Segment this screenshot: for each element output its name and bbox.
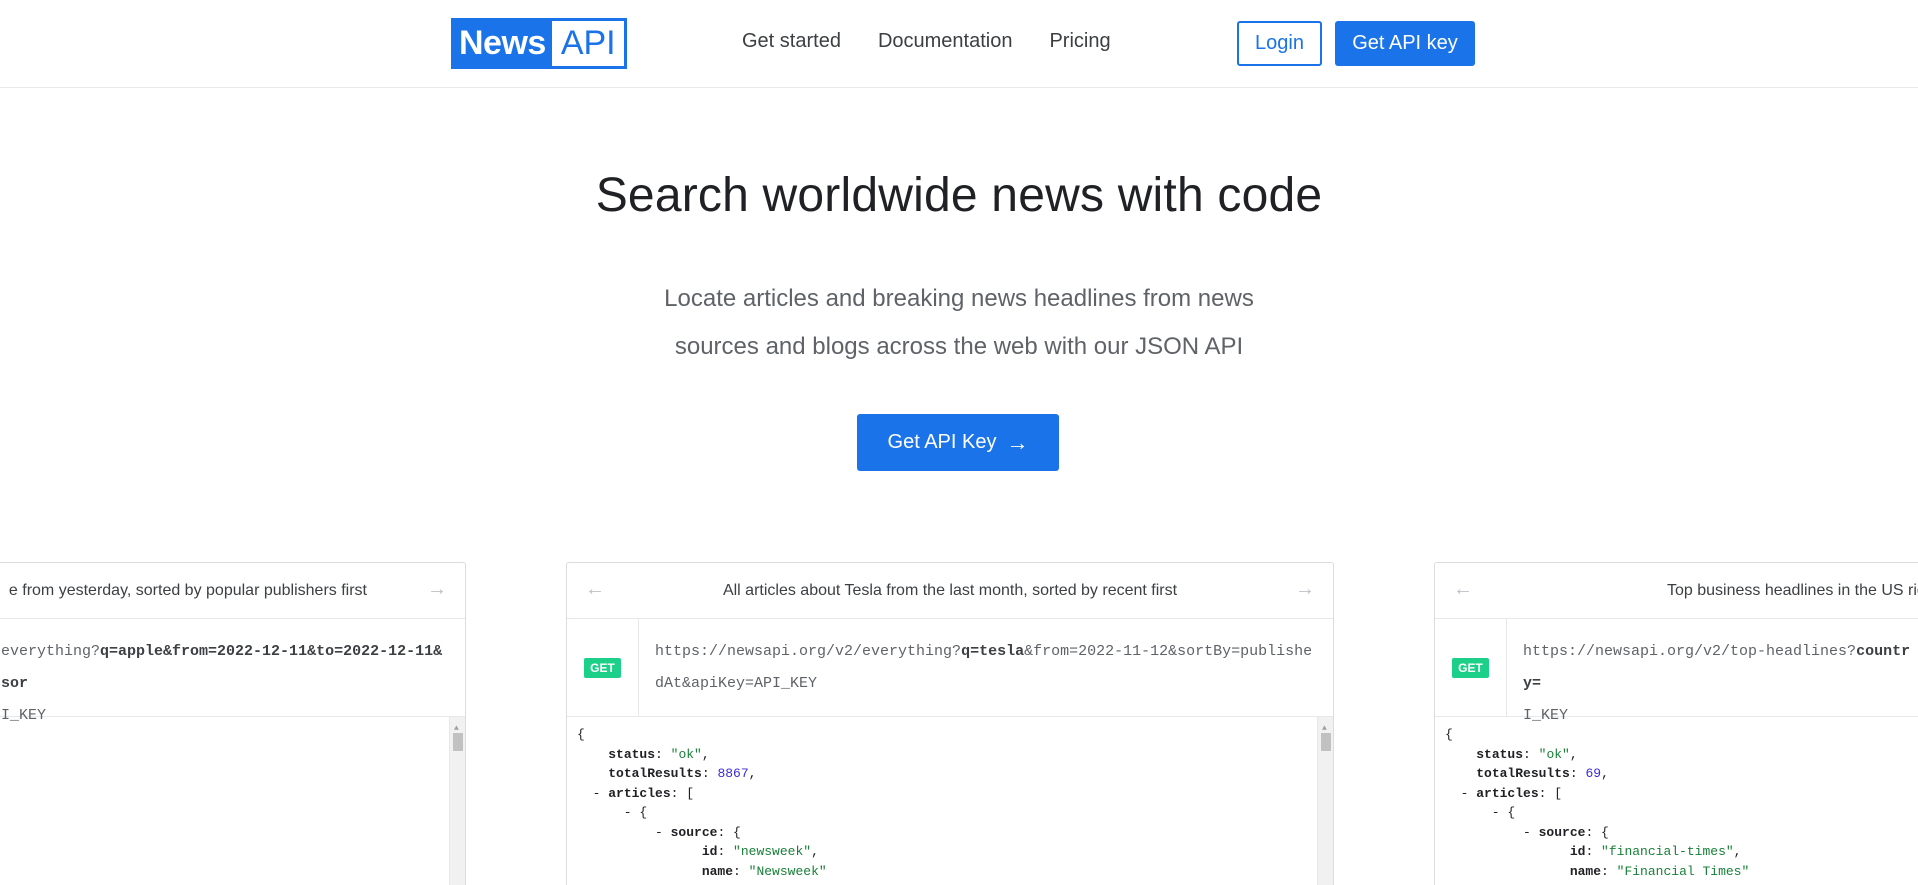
top-navigation-bar: News API Get started Documentation Prici… [0, 0, 1918, 88]
request-url[interactable]: https://newsapi.org/v2/everything?q=tesl… [639, 619, 1333, 716]
example-title: Top business headlines in the US rig [1667, 581, 1918, 599]
method-column: GET [1435, 619, 1507, 716]
request-url[interactable]: everything?q=apple&from=2022-12-11&to=20… [0, 619, 465, 724]
json-response-panel: { status: "ok", totalResults: 8867, - ar… [567, 717, 1333, 885]
scrollbar[interactable]: ▲ [449, 717, 465, 885]
json-line: name: "Newsweek" [701, 863, 827, 879]
example-card-middle: ← All articles about Tesla from the last… [566, 562, 1334, 885]
arrow-right-icon: → [1006, 429, 1029, 455]
json-line[interactable]: - articles: [ [577, 784, 1333, 804]
nav-documentation[interactable]: Documentation [878, 30, 1013, 53]
request-url-panel: GET https://newsapi.org/v2/top-headlines… [1435, 619, 1918, 724]
json-line: status: "ok", [1476, 746, 1578, 762]
url-query: q=tesla [961, 643, 1025, 660]
json-response-panel: { status: "ok", totalResults: 69, - arti… [1435, 717, 1918, 885]
nav-get-started[interactable]: Get started [742, 30, 841, 53]
example-card-header: e from yesterday, sorted by popular publ… [0, 563, 465, 619]
scroll-thumb[interactable] [1321, 733, 1331, 751]
get-method-badge: GET [1452, 657, 1489, 678]
hero-title: Search worldwide news with code [595, 169, 1323, 222]
cta-label: Get API Key [887, 431, 997, 453]
newsapi-logo[interactable]: News API [451, 18, 627, 69]
json-line: { [577, 727, 585, 742]
json-response-panel: ▲ [0, 717, 465, 885]
get-api-key-nav-button[interactable]: Get API key [1335, 21, 1475, 66]
get-api-key-cta-button[interactable]: Get API Key → [857, 414, 1059, 471]
json-line[interactable]: - { [577, 803, 1333, 823]
hero-subtitle-line-2: sources and blogs across the web with ou… [674, 333, 1244, 360]
example-title: e from yesterday, sorted by popular publ… [8, 581, 367, 599]
json-line: status: "ok", [608, 746, 710, 762]
logo-api-text: API [560, 24, 616, 62]
hero-subtitle: Locate articles and breaking news headli… [600, 275, 1318, 371]
json-line: name: "Financial Times" [1569, 863, 1750, 879]
hero-subtitle-line-1: Locate articles and breaking news headli… [664, 285, 1254, 312]
json-line: id: "financial-times", [1569, 844, 1742, 859]
request-url[interactable]: https://newsapi.org/v2/top-headlines?cou… [1507, 619, 1918, 724]
get-method-badge: GET [584, 657, 621, 678]
arrow-left-icon[interactable]: ← [585, 578, 605, 601]
example-card-right: ← Top business headlines in the US rig G… [1434, 562, 1918, 885]
json-line[interactable]: - source: { [1445, 823, 1918, 843]
url-part: https://newsapi.org/v2/top-headlines? [1523, 643, 1857, 660]
scroll-thumb[interactable] [453, 733, 463, 751]
json-line: totalResults: 69, [1476, 766, 1609, 781]
request-url-panel: everything?q=apple&from=2022-12-11&to=20… [0, 619, 465, 724]
json-line: { [1445, 727, 1453, 742]
method-column: GET [567, 619, 639, 716]
example-title: All articles about Tesla from the last m… [722, 581, 1178, 599]
request-url-panel: GET https://newsapi.org/v2/everything?q=… [567, 619, 1333, 717]
arrow-right-icon[interactable]: → [427, 578, 447, 601]
json-line: id: "newsweek", [701, 844, 819, 859]
nav-pricing[interactable]: Pricing [1049, 30, 1110, 53]
example-card-header: ← All articles about Tesla from the last… [567, 563, 1333, 619]
main-nav: Get started Documentation Pricing [742, 30, 1111, 53]
json-line[interactable]: - { [1445, 803, 1918, 823]
scrollbar[interactable]: ▲ [1317, 717, 1333, 885]
logo-news-text: News [454, 21, 552, 66]
json-line[interactable]: - articles: [ [1445, 784, 1918, 804]
login-button[interactable]: Login [1237, 21, 1322, 66]
arrow-right-icon[interactable]: → [1295, 578, 1315, 601]
json-line[interactable]: - source: { [577, 823, 1333, 843]
example-card-left: e from yesterday, sorted by popular publ… [0, 562, 466, 885]
url-part: https://newsapi.org/v2/everything? [655, 643, 962, 660]
arrow-left-icon[interactable]: ← [1453, 578, 1473, 601]
json-line: totalResults: 8867, [608, 766, 757, 781]
example-card-header: ← Top business headlines in the US rig [1435, 563, 1918, 619]
url-part: everything? [1, 643, 101, 660]
